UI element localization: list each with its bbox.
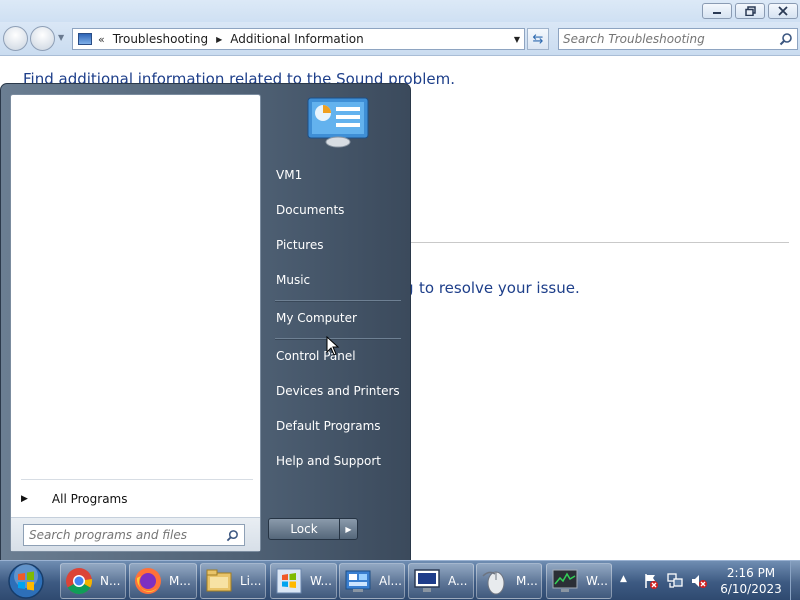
recent-pages-dropdown-icon[interactable]: ▼ <box>58 33 64 42</box>
taskbar-item-system-monitor[interactable]: W... <box>546 563 612 599</box>
start-item-default-programs[interactable]: Default Programs <box>267 413 405 439</box>
windows-app-icon <box>276 568 302 594</box>
taskbar-item-label: M... <box>169 574 191 588</box>
start-item-label: Default Programs <box>276 419 381 433</box>
control-panel-icon <box>345 570 371 592</box>
all-programs-label: All Programs <box>51 492 128 506</box>
firefox-icon <box>135 568 161 594</box>
taskbar: N... M... Li... W... Al... A... M... W..… <box>0 560 800 600</box>
restore-button[interactable] <box>735 3 765 19</box>
show-desktop-button[interactable] <box>790 561 800 600</box>
start-search-area <box>11 517 260 551</box>
start-item-label: VM1 <box>276 168 303 182</box>
start-item-devices-and-printers[interactable]: Devices and Printers <box>267 378 405 404</box>
navigation-bar: ▼ « Troubleshooting ▶ Additional Informat… <box>0 22 800 56</box>
network-icon[interactable] <box>666 572 684 590</box>
start-item-label: Pictures <box>276 238 324 252</box>
start-item-label: My Computer <box>276 311 357 325</box>
mouse-cursor-icon <box>326 336 340 356</box>
start-item-help-and-support[interactable]: Help and Support <box>267 448 405 474</box>
taskbar-item-label: Al... <box>379 574 402 588</box>
start-menu-programs-pane: ▶ All Programs <box>10 94 261 552</box>
monitor-app-icon <box>414 569 440 592</box>
start-item-label: Documents <box>276 203 345 217</box>
start-item-music[interactable]: Music <box>267 267 405 293</box>
start-orb-icon[interactable] <box>6 562 46 600</box>
forward-button[interactable] <box>30 26 55 51</box>
lock-button[interactable]: Lock <box>268 518 340 540</box>
volume-muted-icon[interactable] <box>690 572 708 590</box>
breadcrumb-overflow[interactable]: « <box>98 33 105 46</box>
start-item-label: Control Panel <box>276 349 356 363</box>
start-item-pictures[interactable]: Pictures <box>267 232 405 258</box>
taskbar-item-control-panel[interactable]: Al... <box>339 563 405 599</box>
start-search-box[interactable] <box>23 524 245 546</box>
taskbar-item-mouse-settings[interactable]: M... <box>476 563 542 599</box>
triangle-right-icon: ▶ <box>21 494 28 504</box>
all-programs-button[interactable]: ▶ All Programs <box>15 487 255 511</box>
lock-label: Lock <box>290 522 318 536</box>
folder-icon <box>206 569 232 592</box>
control-panel-icon <box>78 33 92 45</box>
close-icon <box>778 6 788 16</box>
start-item-label: Help and Support <box>276 454 381 468</box>
taskbar-item-label: M... <box>516 574 538 588</box>
start-search-input[interactable] <box>29 528 219 542</box>
taskbar-item-label: Li... <box>240 574 262 588</box>
taskbar-item-explorer[interactable]: Li... <box>200 563 266 599</box>
breadcrumb-troubleshooting[interactable]: Troubleshooting ▶ <box>113 32 222 46</box>
clock-time: 2:16 PM <box>726 566 776 580</box>
clock-date: 6/10/2023 <box>720 582 782 596</box>
start-item-documents[interactable]: Documents <box>267 197 405 223</box>
chrome-icon <box>66 568 93 595</box>
breadcrumb-additional-information[interactable]: Additional Information <box>230 32 364 46</box>
address-dropdown-icon[interactable]: ▼ <box>514 35 520 44</box>
start-item-my-computer[interactable]: My Computer <box>267 305 405 331</box>
system-monitor-icon <box>552 569 578 592</box>
search-input[interactable] <box>563 32 773 46</box>
chevron-right-icon: ▶ <box>345 524 352 534</box>
taskbar-item-label: W... <box>310 574 332 588</box>
shutdown-options-button[interactable]: ▶ <box>339 518 358 540</box>
action-center-flag-icon[interactable] <box>642 572 660 590</box>
minimize-icon <box>713 12 721 14</box>
resolve-issue-link[interactable]: to resolve your issue. <box>419 279 580 297</box>
taskbar-item-label: A... <box>448 574 468 588</box>
breadcrumb-label: Troubleshooting <box>112 32 209 46</box>
search-icon[interactable] <box>779 32 793 46</box>
show-hidden-icons-icon[interactable]: ▲ <box>620 574 627 584</box>
close-button[interactable] <box>768 3 798 19</box>
divider <box>275 300 401 302</box>
search-icon[interactable] <box>226 529 239 542</box>
taskbar-item-label: N... <box>100 574 121 588</box>
back-button[interactable] <box>3 26 28 51</box>
breadcrumb-label: Additional Information <box>230 32 364 46</box>
address-bar[interactable]: « Troubleshooting ▶ Additional Informatio… <box>72 28 525 50</box>
refresh-button[interactable]: ⇆ <box>527 28 549 50</box>
start-item-label: Music <box>276 273 311 287</box>
start-item-vm1[interactable]: VM1 <box>267 162 405 188</box>
divider <box>411 242 789 243</box>
refresh-icon: ⇆ <box>532 31 544 47</box>
restore-icon <box>744 6 756 16</box>
title-bar <box>0 0 800 22</box>
start-menu: ▶ All Programs VM1 Documents Pictures Mu… <box>0 83 411 561</box>
mouse-icon <box>482 571 505 595</box>
clock[interactable]: 2:16 PM 6/10/2023 <box>716 565 786 597</box>
minimize-button[interactable] <box>702 3 732 19</box>
taskbar-item-chrome[interactable]: N... <box>60 563 126 599</box>
pinned-programs-list <box>11 95 260 480</box>
user-picture-icon[interactable] <box>306 96 370 148</box>
taskbar-item-windows-app[interactable]: W... <box>270 563 337 599</box>
start-item-label: Devices and Printers <box>276 384 400 398</box>
taskbar-item-monitor-app[interactable]: A... <box>408 563 474 599</box>
search-box[interactable] <box>558 28 798 50</box>
divider <box>21 479 253 480</box>
chevron-right-icon[interactable]: ▶ <box>216 35 222 44</box>
taskbar-item-firefox[interactable]: M... <box>129 563 197 599</box>
taskbar-item-label: W... <box>586 574 608 588</box>
